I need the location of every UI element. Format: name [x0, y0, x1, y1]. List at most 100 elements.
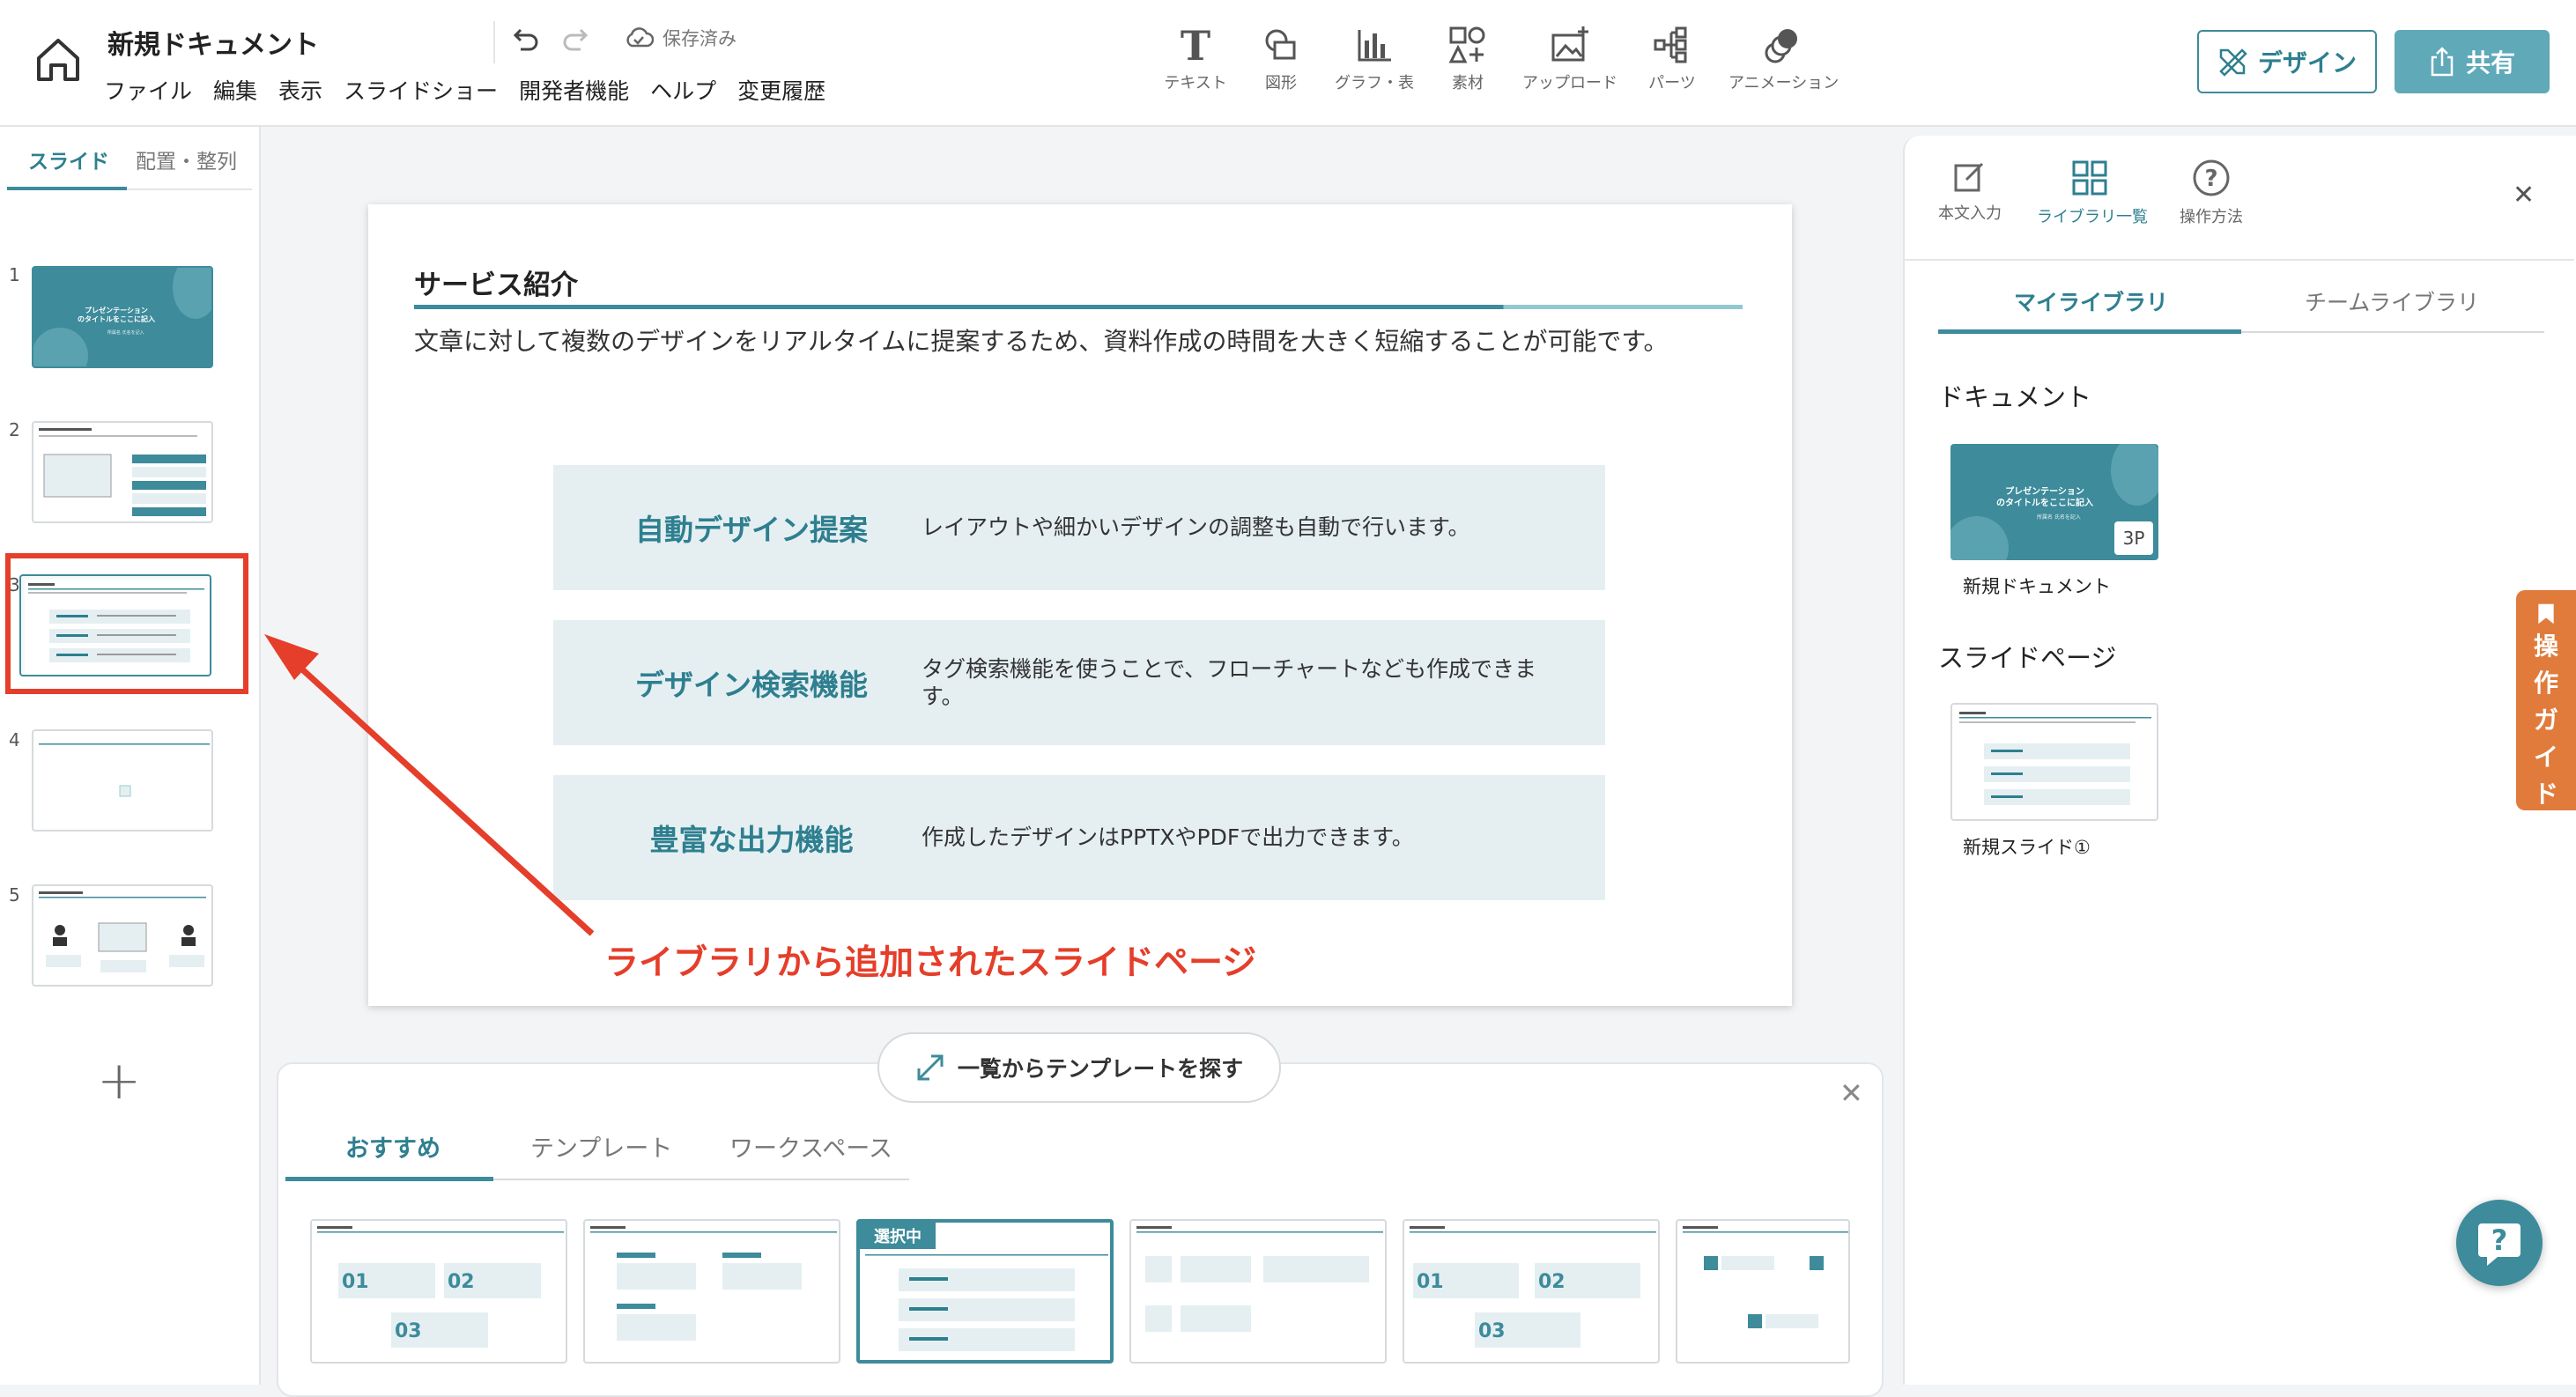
browse-templates-button[interactable]: 一覧からテンプレートを探す	[877, 1032, 1281, 1103]
close-icon[interactable]: ✕	[2513, 180, 2535, 211]
template-card[interactable]: 01 02 03	[1403, 1219, 1660, 1364]
tab-workspace[interactable]: ワークスペース	[729, 1129, 892, 1164]
thumbnail-title: プレゼンテーション のタイトルをここに記入	[78, 307, 155, 324]
template-card[interactable]	[583, 1219, 840, 1364]
tool-chart-label: グラフ・表	[1335, 74, 1414, 92]
document-title[interactable]: 新規ドキュメント	[107, 23, 319, 62]
library-document-name: 新規ドキュメント	[1963, 576, 2111, 597]
menu-view[interactable]: 表示	[278, 74, 322, 106]
save-status: 保存済み	[624, 25, 737, 51]
slide-title[interactable]: サービス紹介	[414, 262, 578, 302]
tool-shape[interactable]: 図形	[1228, 25, 1334, 93]
tool-library-list-label: ライブラリ一覧	[2037, 208, 2148, 226]
active-tab-indicator	[285, 1177, 493, 1181]
home-icon[interactable]	[33, 35, 83, 85]
tab-recommended[interactable]: おすすめ	[345, 1129, 440, 1164]
menu-slideshow[interactable]: スライドショー	[344, 74, 498, 106]
cloud-check-icon	[626, 27, 654, 48]
feature-text: 作成したデザインはPPTXやPDFで出力できます。	[922, 824, 1414, 851]
feature-box[interactable]: デザイン検索機能 タグ検索機能を使うことで、フローチャートなども作成できます。	[553, 620, 1605, 745]
card-subtitle: 所属名 氏名を記入	[2037, 514, 2081, 521]
menu-developer[interactable]: 開発者機能	[519, 74, 629, 106]
grid-icon	[2072, 160, 2107, 196]
share-button[interactable]: 共有	[2395, 30, 2550, 93]
tool-parts-label: パーツ	[1648, 74, 1696, 92]
share-button-label: 共有	[2465, 48, 2515, 78]
svg-text:T: T	[1181, 25, 1210, 65]
menu-help[interactable]: ヘルプ	[650, 74, 716, 106]
slide-number: 1	[9, 264, 20, 285]
menu-file[interactable]: ファイル	[104, 74, 192, 106]
tool-animation[interactable]: アニメーション	[1728, 25, 1839, 93]
tool-how-to-label: 操作方法	[2180, 208, 2243, 226]
feature-title: デザイン検索機能	[635, 668, 868, 702]
tab-arrange[interactable]: 配置・整列	[136, 144, 237, 174]
selected-badge: 選択中	[860, 1223, 936, 1249]
svg-text:?: ?	[2204, 166, 2217, 192]
panel-divider	[1905, 259, 2574, 261]
guide-char: ド	[2533, 780, 2558, 809]
header-divider	[493, 21, 495, 63]
tool-chart[interactable]: グラフ・表	[1321, 25, 1427, 93]
tab-slides[interactable]: スライド	[28, 144, 109, 174]
template-card[interactable]	[1676, 1219, 1850, 1364]
library-slide-card[interactable]	[1951, 703, 2158, 821]
feature-box[interactable]: 自動デザイン提案 レイアウトや細かいデザインの調整も自動で行います。	[553, 465, 1605, 590]
slide-thumbnail-2[interactable]	[32, 421, 213, 523]
template-preview	[590, 1226, 837, 1341]
thumbnail-preview	[39, 891, 206, 972]
add-slide-button[interactable]: +	[97, 1050, 141, 1112]
undo-icon[interactable]	[507, 23, 542, 58]
tool-upload[interactable]: アップロード	[1517, 25, 1623, 93]
slide-thumbnail-4[interactable]	[32, 729, 213, 832]
template-card[interactable]	[1129, 1219, 1387, 1364]
feature-text: レイアウトや細かいデザインの調整も自動で行います。	[922, 514, 1470, 541]
tool-parts[interactable]: パーツ	[1619, 25, 1725, 93]
slide-thumbnail-1[interactable]: プレゼンテーション のタイトルをここに記入 所属名 氏名を記入	[32, 266, 213, 368]
svg-text:02: 02	[1538, 1271, 1566, 1293]
active-tab-indicator	[1938, 329, 2241, 334]
template-card[interactable]: 01 02 03	[310, 1219, 567, 1364]
chat-help-icon: ?	[2478, 1223, 2520, 1266]
svg-text:01: 01	[342, 1271, 369, 1293]
material-icon	[1448, 26, 1485, 63]
guide-char: 作	[2533, 669, 2558, 698]
page-count-badge: 3P	[2114, 521, 2153, 555]
template-preview	[1683, 1226, 1848, 1328]
edit-icon	[1954, 162, 1984, 192]
tool-how-to[interactable]: ? 操作方法	[2158, 159, 2264, 227]
tool-body-input[interactable]: 本文入力	[1917, 159, 2023, 224]
svg-text:03: 03	[1478, 1320, 1506, 1342]
card-title: プレゼンテーション のタイトルをここに記入	[1996, 487, 2093, 508]
tool-material[interactable]: 素材	[1415, 25, 1521, 93]
tool-body-input-label: 本文入力	[1938, 204, 2002, 223]
section-heading-slide-pages: スライドページ	[1938, 643, 2117, 673]
title-rule	[414, 305, 1743, 309]
feature-text: タグ検索機能を使うことで、フローチャートなども作成できます。	[922, 655, 1537, 709]
share-icon	[2431, 47, 2454, 77]
tab-templates[interactable]: テンプレート	[530, 1129, 672, 1164]
feature-box[interactable]: 豊富な出力機能 作成したデザインはPPTXやPDFで出力できます。	[553, 775, 1605, 900]
operation-guide-tab[interactable]: 操 作 ガ イ ド	[2516, 590, 2576, 810]
svg-text:02: 02	[448, 1271, 475, 1293]
template-card-selected[interactable]: 選択中	[856, 1219, 1114, 1364]
annotation-highlight-box	[5, 553, 248, 694]
menu-edit[interactable]: 編集	[213, 74, 257, 106]
redo-icon[interactable]	[559, 23, 595, 58]
tab-my-library[interactable]: マイライブラリ	[2014, 285, 2168, 317]
design-button[interactable]: デザイン	[2197, 30, 2377, 93]
slide-description[interactable]: 文章に対して複数のデザインをリアルタイムに提案するため、資料作成の時間を大きく短…	[414, 322, 1669, 358]
help-chat-button[interactable]: ?	[2456, 1200, 2543, 1286]
slide-thumbnail-5[interactable]	[32, 884, 213, 987]
tool-library-list[interactable]: ライブラリ一覧	[2037, 159, 2148, 227]
menu-history[interactable]: 変更履歴	[737, 74, 825, 106]
chart-icon	[1358, 30, 1391, 62]
tab-team-library[interactable]: チームライブラリ	[2305, 285, 2479, 317]
shape-icon	[1265, 29, 1296, 60]
design-tools-icon	[2219, 48, 2247, 77]
slide-number: 4	[9, 729, 20, 750]
feature-title: 豊富な出力機能	[649, 823, 854, 857]
svg-text:01: 01	[1417, 1271, 1444, 1293]
text-icon: T	[1181, 25, 1210, 65]
close-icon[interactable]: ✕	[1839, 1076, 1863, 1110]
